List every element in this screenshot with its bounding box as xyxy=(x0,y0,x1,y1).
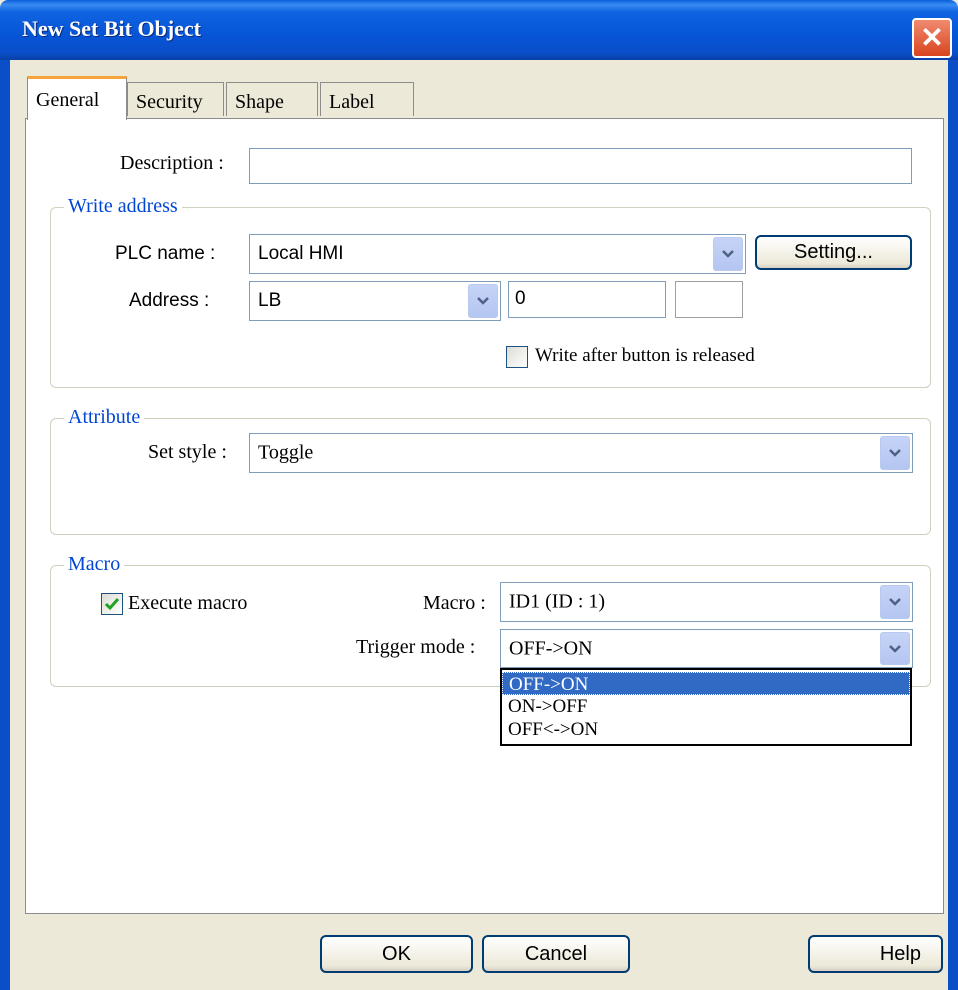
setting-button[interactable]: Setting... xyxy=(755,235,912,270)
macro-label: Macro : xyxy=(423,592,486,614)
write-after-release-label: Write after button is released xyxy=(535,345,755,366)
description-label: Description : xyxy=(120,152,224,174)
chevron-down-icon[interactable] xyxy=(468,284,498,318)
set-style-label: Set style : xyxy=(148,441,227,463)
trigger-mode-option-on-off[interactable]: ON->OFF xyxy=(502,695,910,718)
macro-title: Macro xyxy=(64,553,125,576)
write-address-title: Write address xyxy=(64,195,182,218)
description-input[interactable] xyxy=(249,148,912,184)
chevron-down-icon[interactable] xyxy=(713,237,743,271)
address-extra-field xyxy=(675,281,743,318)
set-style-select[interactable]: Toggle xyxy=(249,433,913,473)
address-label: Address : xyxy=(129,290,210,311)
help-button[interactable]: Help xyxy=(808,935,943,973)
plc-name-label: PLC name : xyxy=(115,243,216,264)
trigger-mode-label: Trigger mode : xyxy=(356,636,476,658)
macro-select[interactable]: ID1 (ID : 1) xyxy=(500,582,913,622)
trigger-mode-option-off-on-both[interactable]: OFF<->ON xyxy=(502,718,910,741)
attribute-title: Attribute xyxy=(64,406,145,429)
macro-value: ID1 (ID : 1) xyxy=(509,590,606,613)
address-device-select[interactable]: LB xyxy=(249,281,501,321)
trigger-mode-value: OFF->ON xyxy=(509,637,593,659)
execute-macro-checkbox[interactable] xyxy=(101,593,123,615)
chevron-down-icon[interactable] xyxy=(880,632,910,665)
set-style-value: Toggle xyxy=(258,441,314,464)
check-icon xyxy=(104,598,120,611)
trigger-mode-dropdown-list: OFF->ON ON->OFF OFF<->ON xyxy=(500,668,912,746)
plc-name-value: Local HMI xyxy=(258,243,344,264)
chevron-down-icon[interactable] xyxy=(880,585,910,619)
cancel-button[interactable]: Cancel xyxy=(482,935,630,973)
execute-macro-label: Execute macro xyxy=(128,592,248,614)
plc-name-select[interactable]: Local HMI xyxy=(249,234,746,274)
address-input[interactable]: 0 xyxy=(508,281,666,318)
trigger-mode-option-off-on[interactable]: OFF->ON xyxy=(502,672,910,695)
chevron-down-icon[interactable] xyxy=(880,436,910,470)
trigger-mode-select[interactable]: OFF->ON xyxy=(500,629,913,668)
address-device-value: LB xyxy=(258,290,282,311)
write-after-release-checkbox[interactable] xyxy=(506,346,528,368)
panel-content: Description : Write address PLC name : L… xyxy=(0,0,958,990)
ok-button[interactable]: OK xyxy=(320,935,473,973)
